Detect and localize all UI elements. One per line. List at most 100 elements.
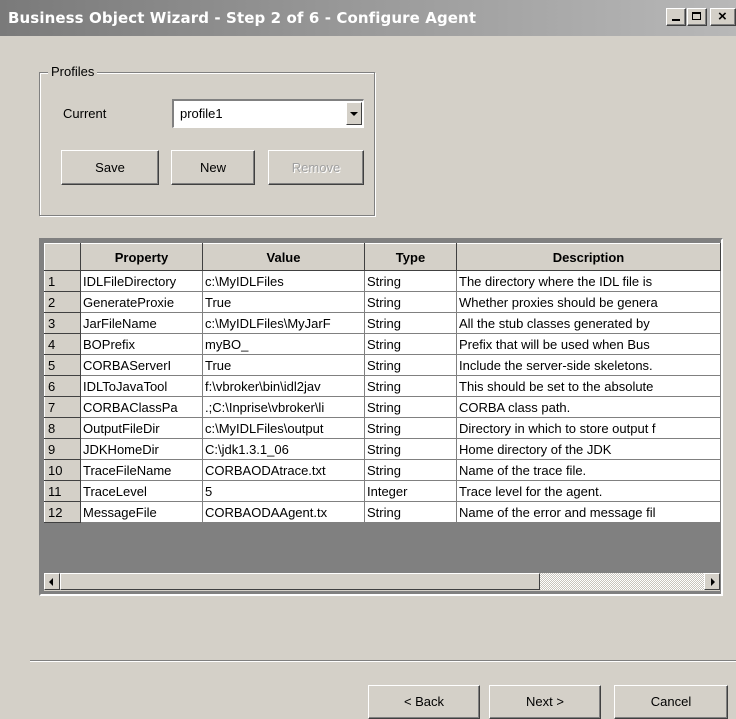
row-number[interactable]: 10 [44, 459, 81, 481]
property-cell[interactable]: JarFileName [80, 312, 203, 334]
table-row[interactable]: 7 CORBAClassPa .;C:\Inprise\vbroker\li Stri… [44, 396, 721, 418]
row-number[interactable]: 8 [44, 417, 81, 439]
table-row[interactable]: 11 TraceLevel 5 Integer Trace level for the … [44, 480, 721, 502]
table-row[interactable]: 9 JDKHomeDir C:\jdk1.3.1_06 String Home dire… [44, 438, 721, 460]
property-cell[interactable]: BOPrefix [80, 333, 203, 355]
property-cell[interactable]: OutputFileDir [80, 417, 203, 439]
scroll-right-button[interactable] [704, 573, 720, 590]
back-button[interactable]: < Back [368, 685, 480, 719]
type-cell[interactable]: String [364, 438, 457, 460]
description-cell[interactable]: Prefix that will be used when Bus [456, 333, 721, 355]
value-cell[interactable]: C:\jdk1.3.1_06 [202, 438, 365, 460]
row-number[interactable]: 7 [44, 396, 81, 418]
description-cell[interactable]: This should be set to the absolute [456, 375, 721, 397]
current-profile-label: Current [63, 106, 107, 121]
row-number[interactable]: 9 [44, 438, 81, 460]
save-button[interactable]: Save [61, 150, 159, 185]
new-button[interactable]: New [171, 150, 255, 185]
type-cell[interactable]: String [364, 333, 457, 355]
scroll-track[interactable] [540, 573, 704, 590]
value-cell[interactable]: c:\MyIDLFiles\MyJarF [202, 312, 365, 334]
description-cell[interactable]: The directory where the IDL file is [456, 270, 721, 292]
table-row[interactable]: 6 IDLToJavaTool f:\vbroker\bin\idl2jav Stri… [44, 375, 721, 397]
description-cell[interactable]: All the stub classes generated by [456, 312, 721, 334]
type-cell[interactable]: String [364, 501, 457, 523]
property-cell[interactable]: CORBAServerI [80, 354, 203, 376]
value-cell[interactable]: myBO_ [202, 333, 365, 355]
type-cell[interactable]: String [364, 417, 457, 439]
type-cell[interactable]: String [364, 270, 457, 292]
property-cell[interactable]: MessageFile [80, 501, 203, 523]
value-cell[interactable]: CORBAODAAgent.tx [202, 501, 365, 523]
description-cell[interactable]: Name of the error and message fil [456, 501, 721, 523]
profiles-group-label: Profiles [48, 64, 98, 79]
cancel-button-label: Cancel [650, 694, 692, 709]
type-cell[interactable]: String [364, 459, 457, 481]
value-cell[interactable]: c:\MyIDLFiles [202, 270, 365, 292]
type-cell[interactable]: Integer [364, 480, 457, 502]
row-number[interactable]: 4 [44, 333, 81, 355]
table-row[interactable]: 1 IDLFileDirectory c:\MyIDLFiles String The … [44, 270, 721, 292]
property-cell[interactable]: IDLToJavaTool [80, 375, 203, 397]
table-row[interactable]: 3 JarFileName c:\MyIDLFiles\MyJarF String Al… [44, 312, 721, 334]
table-row[interactable]: 8 OutputFileDir c:\MyIDLFiles\output String… [44, 417, 721, 439]
description-cell[interactable]: Directory in which to store output f [456, 417, 721, 439]
row-number[interactable]: 3 [44, 312, 81, 334]
type-cell[interactable]: String [364, 396, 457, 418]
value-cell[interactable]: True [202, 354, 365, 376]
row-number[interactable]: 2 [44, 291, 81, 313]
property-cell[interactable]: TraceFileName [80, 459, 203, 481]
column-header-property[interactable]: Property [80, 243, 203, 271]
horizontal-scrollbar[interactable] [44, 573, 720, 591]
row-number[interactable]: 6 [44, 375, 81, 397]
description-cell[interactable]: CORBA class path. [456, 396, 721, 418]
property-cell[interactable]: CORBAClassPa [80, 396, 203, 418]
column-header-type[interactable]: Type [364, 243, 457, 271]
property-cell[interactable]: TraceLevel [80, 480, 203, 502]
value-cell[interactable]: c:\MyIDLFiles\output [202, 417, 365, 439]
minimize-button[interactable] [666, 8, 686, 26]
cancel-button[interactable]: Cancel [614, 685, 728, 719]
value-cell[interactable]: .;C:\Inprise\vbroker\li [202, 396, 365, 418]
row-number[interactable]: 1 [44, 270, 81, 292]
row-number[interactable]: 12 [44, 501, 81, 523]
next-button[interactable]: Next > [489, 685, 601, 719]
description-cell[interactable]: Name of the trace file. [456, 459, 721, 481]
scroll-left-button[interactable] [44, 573, 60, 590]
description-cell[interactable]: Include the server-side skeletons. [456, 354, 721, 376]
current-profile-select[interactable]: profile1 [172, 99, 364, 128]
value-cell[interactable]: True [202, 291, 365, 313]
property-cell[interactable]: JDKHomeDir [80, 438, 203, 460]
dropdown-button[interactable] [346, 102, 362, 125]
description-cell[interactable]: Whether proxies should be genera [456, 291, 721, 313]
property-cell[interactable]: GenerateProxie [80, 291, 203, 313]
type-cell[interactable]: String [364, 354, 457, 376]
value-cell[interactable]: f:\vbroker\bin\idl2jav [202, 375, 365, 397]
property-cell[interactable]: IDLFileDirectory [80, 270, 203, 292]
remove-button[interactable]: Remove [268, 150, 364, 185]
maximize-button[interactable] [687, 8, 707, 26]
value-cell[interactable]: 5 [202, 480, 365, 502]
scroll-thumb[interactable] [60, 573, 540, 590]
column-header-rownum[interactable] [44, 243, 81, 271]
table-row[interactable]: 2 GenerateProxie True String Whether proxies… [44, 291, 721, 313]
close-icon: × [718, 8, 727, 25]
table-row[interactable]: 5 CORBAServerI True String Include the serve… [44, 354, 721, 376]
table-row[interactable]: 10 TraceFileName CORBAODAtrace.txt String Na… [44, 459, 721, 481]
close-button[interactable]: × [710, 8, 736, 26]
type-cell[interactable]: String [364, 291, 457, 313]
column-header-value[interactable]: Value [202, 243, 365, 271]
back-button-label: < Back [403, 694, 445, 709]
type-cell[interactable]: String [364, 375, 457, 397]
description-cell[interactable]: Home directory of the JDK [456, 438, 721, 460]
row-number[interactable]: 11 [44, 480, 81, 502]
row-number[interactable]: 5 [44, 354, 81, 376]
description-cell[interactable]: Trace level for the agent. [456, 480, 721, 502]
chevron-down-icon [350, 112, 358, 116]
table-row[interactable]: 12 MessageFile CORBAODAAgent.tx String Name … [44, 501, 721, 523]
value-cell[interactable]: CORBAODAtrace.txt [202, 459, 365, 481]
footer-separator [30, 660, 736, 662]
type-cell[interactable]: String [364, 312, 457, 334]
table-row[interactable]: 4 BOPrefix myBO_ String Prefix that will be … [44, 333, 721, 355]
column-header-description[interactable]: Description [456, 243, 721, 271]
